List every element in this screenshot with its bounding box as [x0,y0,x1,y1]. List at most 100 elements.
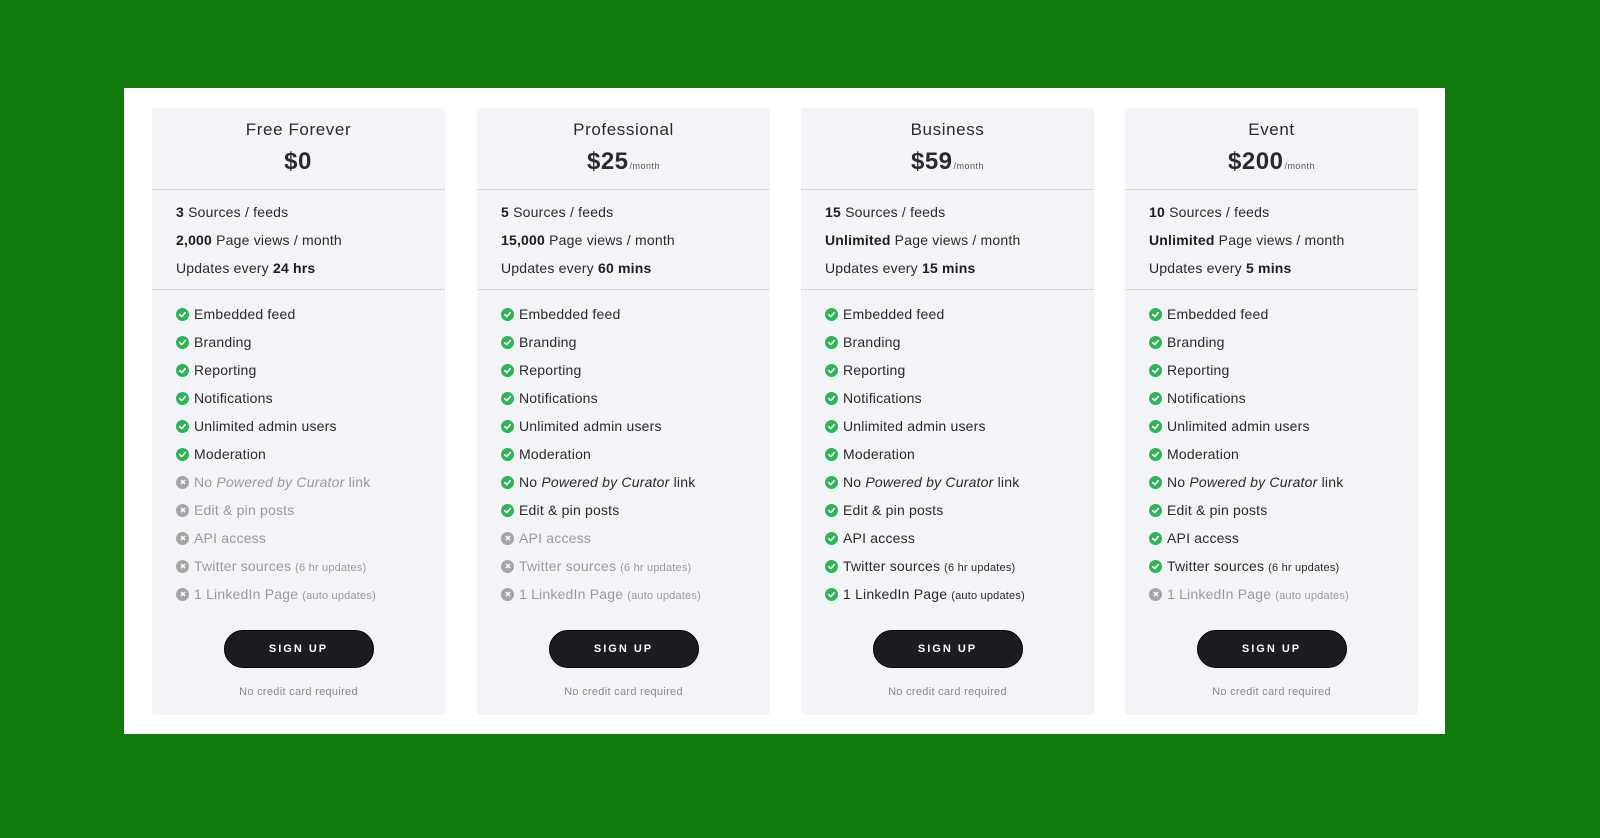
limit-value: 5 mins [1245,260,1292,276]
feature-text: Embedded feed [1167,306,1269,322]
feature-text: No [194,474,217,490]
feature-label: API access [843,530,915,546]
feature-text: 1 LinkedIn Page [843,586,948,602]
sign-up-button[interactable]: SIGN UP [223,630,374,668]
feature-label: Reporting [519,362,582,378]
limit-text: Sources / feeds [840,204,946,220]
feature-text: Unlimited admin users [519,418,662,434]
feature-item: Branding [501,328,770,356]
feature-label: Branding [1167,334,1225,350]
feature-text: Embedded feed [519,306,621,322]
feature-item: Notifications [176,384,445,412]
feature-text: link [669,474,696,490]
feature-label: Reporting [194,362,257,378]
feature-item: Branding [176,328,445,356]
feature-item: Moderation [176,440,445,468]
feature-text: 1 LinkedIn Page [1167,586,1272,602]
feature-text: Moderation [194,446,267,462]
feature-item: Edit & pin posts [176,496,445,524]
limit-value: 3 [176,204,184,220]
price-row: $25/month [477,148,770,176]
feature-text: Branding [1167,334,1225,350]
check-circle-icon [1149,531,1162,545]
check-circle-icon [1149,363,1162,377]
feature-item: Branding [1149,328,1418,356]
x-circle-icon [176,475,189,489]
feature-item: Notifications [501,384,770,412]
no-credit-card-note: No credit card required [888,686,1007,698]
feature-item: 1 LinkedIn Page (auto updates) [825,580,1094,608]
feature-text: Branding [194,334,252,350]
plan-limits: 3 Sources / feeds 2,000 Page views / mont… [152,190,445,290]
feature-label: API access [194,530,266,546]
feature-item: API access [176,524,445,552]
feature-note: (6 hr updates) [295,562,367,574]
limit-item: 15 Sources / feeds [825,202,1094,230]
feature-text: No [843,474,866,490]
feature-label: Embedded feed [843,306,944,322]
plan-limits: 10 Sources / feeds Unlimited Page views /… [1125,190,1418,290]
x-circle-icon [176,587,189,601]
feature-item: No Powered by Curator link [501,468,770,496]
feature-item: Unlimited admin users [501,412,770,440]
feature-item: Moderation [501,440,770,468]
feature-item: API access [1149,524,1418,552]
x-circle-icon [1149,587,1162,601]
feature-item: No Powered by Curator link [176,468,445,496]
sign-up-button[interactable]: SIGN UP [872,630,1023,668]
feature-item: Edit & pin posts [1149,496,1418,524]
feature-note: (auto updates) [951,590,1025,602]
feature-item: 1 LinkedIn Page (auto updates) [1149,580,1418,608]
check-circle-icon [825,335,838,349]
feature-label: Edit & pin posts [519,502,619,518]
feature-text: Reporting [843,362,906,378]
feature-note: (6 hr updates) [620,562,692,574]
limit-text: Updates every [176,260,273,276]
check-circle-icon [825,363,838,377]
check-circle-icon [825,419,838,433]
plan-name: Professional [573,120,674,139]
check-circle-icon [501,335,514,349]
feature-list: Embedded feed Branding Reporting Notificati… [152,290,445,608]
x-circle-icon [176,503,189,517]
check-circle-icon [825,391,838,405]
feature-label: Twitter sources (6 hr updates) [1167,558,1339,574]
feature-label: Reporting [843,362,906,378]
check-circle-icon [501,307,514,321]
feature-item: API access [501,524,770,552]
pricing-panel: Free Forever $0 3 Sources / feeds 2,000 P… [124,88,1445,734]
feature-text: link [344,474,371,490]
check-circle-icon [176,391,189,405]
feature-text: Unlimited admin users [1167,418,1310,434]
feature-text: Edit & pin posts [1167,502,1268,518]
feature-text: Edit & pin posts [519,502,620,518]
feature-text: Moderation [519,446,592,462]
feature-item: API access [825,524,1094,552]
feature-item: Unlimited admin users [1149,412,1418,440]
limit-item: 5 Sources / feeds [501,202,770,230]
feature-label: Edit & pin posts [1167,502,1267,518]
feature-text: Notifications [843,390,922,406]
feature-item: Moderation [1149,440,1418,468]
sign-up-button[interactable]: SIGN UP [1196,630,1347,668]
limit-text: Updates every [1149,260,1246,276]
feature-text: Embedded feed [843,306,945,322]
feature-item: Reporting [501,356,770,384]
check-circle-icon [825,587,838,601]
feature-label: Notifications [843,390,922,406]
feature-item: Reporting [176,356,445,384]
feature-item: Twitter sources (6 hr updates) [176,552,445,580]
feature-label: 1 LinkedIn Page (auto updates) [519,586,701,602]
plan-price: $200 [1228,148,1284,175]
card-header: Professional $25/month [477,108,770,190]
price-row: $0 [152,148,445,176]
sign-up-button[interactable]: SIGN UP [548,630,699,668]
feature-emphasis: Powered by Curator [541,474,670,490]
limit-value: 60 mins [597,260,652,276]
card-header: Business $59/month [801,108,1094,190]
feature-text: Edit & pin posts [194,502,295,518]
pricing-card-professional: Professional $25/month 5 Sources / feeds… [477,108,770,715]
limit-text: Updates every [501,260,598,276]
feature-item: Unlimited admin users [176,412,445,440]
feature-text: link [1317,474,1344,490]
